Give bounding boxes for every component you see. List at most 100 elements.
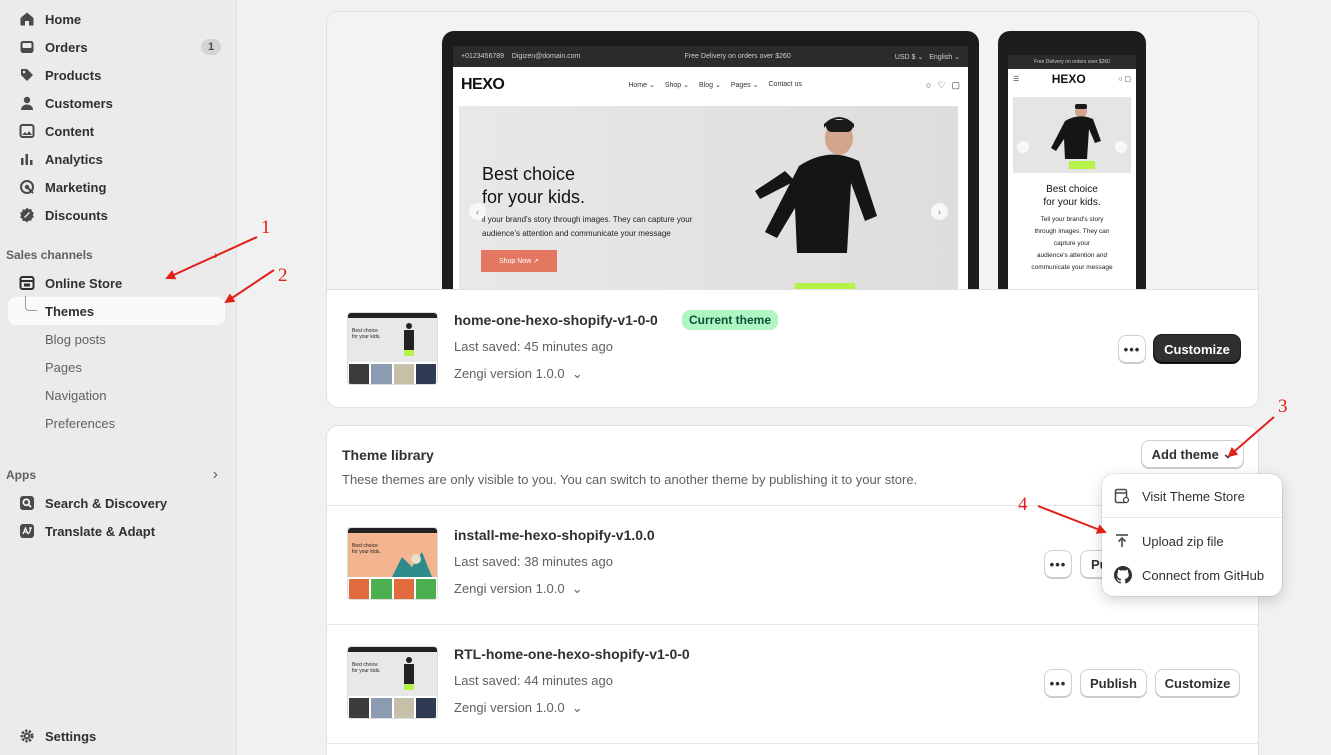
divider bbox=[1102, 517, 1282, 518]
chevron-down-icon: ⌄ bbox=[564, 581, 583, 596]
nav-settings[interactable]: Settings bbox=[8, 722, 225, 750]
desktop-preview: +0123456789 Digizen@domain.com Free Deli… bbox=[442, 31, 979, 289]
store-nav-item: Contact us bbox=[768, 81, 802, 88]
library-title: Theme library bbox=[342, 447, 434, 463]
theme-name: RTL-home-one-hexo-shopify-v1-0-0 bbox=[454, 646, 690, 662]
nav-customers[interactable]: Customers bbox=[8, 89, 225, 117]
nav-preferences[interactable]: Preferences bbox=[45, 416, 115, 431]
mobile-promo: Free Delivery on orders over $260 bbox=[1008, 55, 1136, 69]
theme-preview[interactable]: +0123456789 Digizen@domain.com Free Deli… bbox=[327, 12, 1258, 290]
nav-label: Products bbox=[45, 67, 102, 83]
person-icon bbox=[18, 95, 35, 112]
gear-icon bbox=[18, 728, 35, 745]
apps-heading: Apps bbox=[6, 468, 36, 482]
more-actions-button[interactable]: ••• bbox=[1118, 335, 1146, 363]
mobile-hero-text: Best choice for your kids. Tell your bran… bbox=[1031, 184, 1113, 271]
store-promo: Free Delivery on orders over $260 bbox=[684, 53, 791, 60]
mobile-header: ☰ HEXO ○ ▢ bbox=[1008, 69, 1136, 89]
menu-connect-github[interactable]: Connect from GitHub bbox=[1102, 560, 1282, 590]
nav-label: Orders bbox=[45, 39, 88, 55]
cart-icon: ▢ bbox=[951, 79, 960, 90]
sales-channels-heading: Sales channels bbox=[6, 248, 93, 262]
theme-version[interactable]: Zengi version 1.0.0 ⌄ bbox=[454, 700, 583, 716]
store-nav-item: Shop ⌄ bbox=[664, 82, 689, 89]
nav-label: Discounts bbox=[45, 207, 108, 223]
chevron-down-icon: ⌄ bbox=[568, 366, 583, 381]
nav-orders[interactable]: Orders 1 bbox=[8, 33, 225, 61]
ellipsis-icon: ••• bbox=[1049, 556, 1067, 572]
customize-button[interactable]: Customize bbox=[1155, 669, 1240, 697]
orders-count-badge: 1 bbox=[201, 39, 221, 55]
hero-shop-button: Shop Now ↗ bbox=[481, 250, 557, 272]
menu-upload-zip[interactable]: Upload zip file bbox=[1102, 526, 1282, 556]
theme-version[interactable]: Zengi version 1.0.0 ⌄ bbox=[454, 366, 583, 382]
current-theme-card: +0123456789 Digizen@domain.com Free Deli… bbox=[326, 11, 1259, 408]
more-actions-button[interactable]: ••• bbox=[1044, 550, 1072, 578]
nav-content[interactable]: Content bbox=[8, 117, 225, 145]
nav-themes[interactable]: Themes bbox=[45, 304, 94, 319]
store-nav-item: Home ⌄ bbox=[628, 82, 655, 89]
theme-thumbnail: Best choice for your kids. bbox=[347, 312, 438, 385]
nav-home[interactable]: Home bbox=[8, 5, 225, 33]
current-theme-row: Best choice for your kids. home-one-hexo-… bbox=[327, 290, 1258, 408]
nav-label: Customers bbox=[45, 95, 113, 111]
tree-connector bbox=[25, 296, 37, 311]
store-currency: USD $ bbox=[894, 53, 916, 61]
home-icon bbox=[18, 11, 35, 28]
chevron-down-icon: ⌄ bbox=[1218, 446, 1234, 461]
chevron-right-icon[interactable]: › bbox=[213, 466, 218, 484]
mobile-hero-image bbox=[1013, 97, 1131, 173]
customize-button[interactable]: Customize bbox=[1154, 335, 1240, 363]
chevron-down-icon: ⌄ bbox=[564, 700, 583, 715]
translate-app-icon bbox=[18, 523, 35, 540]
nav-navigation[interactable]: Navigation bbox=[45, 388, 106, 403]
nav-analytics[interactable]: Analytics bbox=[8, 145, 225, 173]
nav-blog-posts[interactable]: Blog posts bbox=[45, 332, 106, 347]
publish-button[interactable]: Publish bbox=[1080, 669, 1147, 697]
store-logo: HEXO bbox=[461, 76, 505, 93]
more-actions-button[interactable]: ••• bbox=[1044, 669, 1072, 697]
store-nav-item: Pages ⌄ bbox=[730, 82, 759, 89]
tag-icon bbox=[18, 67, 35, 84]
theme-version[interactable]: Zengi version 1.0.0 ⌄ bbox=[454, 581, 583, 597]
current-theme-badge: Current theme bbox=[682, 310, 779, 330]
store-hero: Best choice for your kids. ll your brand'… bbox=[459, 106, 958, 289]
nav-products[interactable]: Products bbox=[8, 61, 225, 89]
annotation-label: 2 bbox=[278, 265, 288, 286]
menu-icon: ☰ bbox=[1013, 76, 1020, 83]
menu-label: Visit Theme Store bbox=[1142, 488, 1245, 504]
theme-last-saved: Last saved: 44 minutes ago bbox=[454, 673, 613, 688]
nav-label: Online Store bbox=[45, 275, 123, 291]
divider bbox=[327, 743, 1258, 744]
hero-text: ll your brand's story through images. Th… bbox=[482, 215, 693, 238]
store-phone: +0123456789 bbox=[461, 53, 505, 60]
store-language: English bbox=[929, 53, 953, 61]
add-theme-button[interactable]: Add theme ⌄ bbox=[1141, 440, 1244, 468]
library-description: These themes are only visible to you. Yo… bbox=[342, 472, 918, 487]
nav-label: Content bbox=[45, 123, 95, 139]
nav-translate-adapt[interactable]: Translate & Adapt bbox=[8, 517, 225, 545]
annotation-label: 4 bbox=[1018, 494, 1028, 515]
nav-discounts[interactable]: Discounts bbox=[8, 201, 225, 229]
nav-online-store[interactable]: Online Store bbox=[8, 269, 225, 297]
store-topbar: +0123456789 Digizen@domain.com Free Deli… bbox=[453, 46, 968, 67]
search-icon: ○ ▢ bbox=[1118, 76, 1131, 83]
store-icon bbox=[1114, 488, 1132, 504]
nav-pages[interactable]: Pages bbox=[45, 360, 82, 375]
menu-label: Connect from GitHub bbox=[1142, 567, 1265, 583]
discount-icon bbox=[18, 207, 35, 224]
store-nav-item: Blog ⌄ bbox=[699, 82, 721, 89]
image-icon bbox=[18, 123, 35, 140]
nav-themes-active-bg[interactable] bbox=[8, 297, 225, 325]
heart-icon: ♡ bbox=[937, 79, 946, 90]
theme-last-saved: Last saved: 45 minutes ago bbox=[454, 339, 613, 354]
theme-last-saved: Last saved: 38 minutes ago bbox=[454, 554, 613, 569]
nav-search-discovery[interactable]: Search & Discovery bbox=[8, 489, 225, 517]
ellipsis-icon: ••• bbox=[1123, 341, 1141, 357]
chevron-right-icon[interactable]: › bbox=[214, 248, 218, 262]
sidebar: Home Orders 1 Products Customers Content… bbox=[0, 0, 237, 755]
menu-visit-theme-store[interactable]: Visit Theme Store bbox=[1102, 481, 1282, 511]
theme-thumbnail: Best choice for your kids. bbox=[347, 527, 438, 600]
annotation-label: 3 bbox=[1278, 396, 1288, 417]
nav-marketing[interactable]: Marketing bbox=[8, 173, 225, 201]
